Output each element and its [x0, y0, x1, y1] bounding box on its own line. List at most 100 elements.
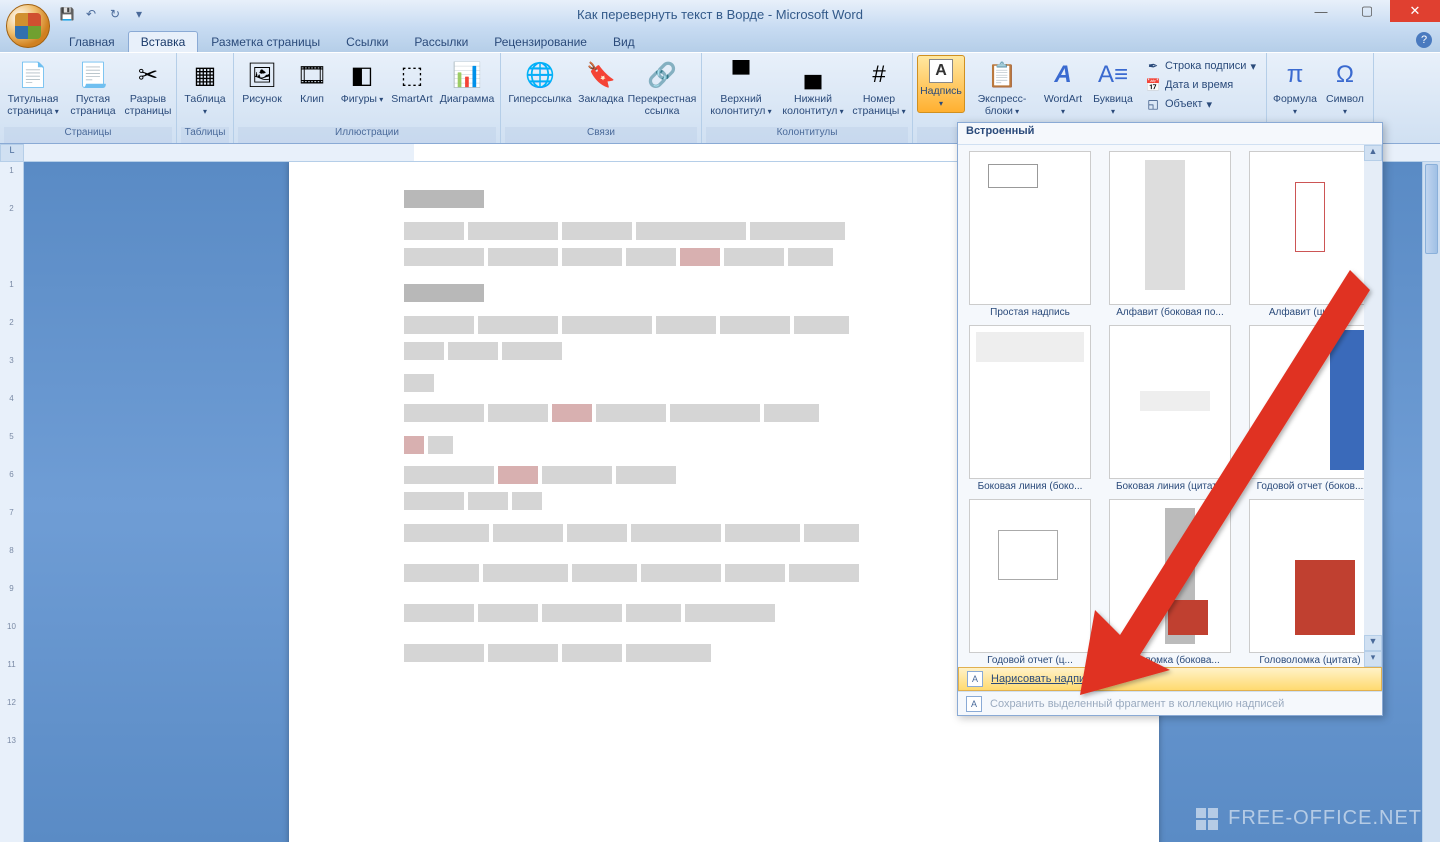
gallery-item-simple[interactable]: Простая надпись	[964, 151, 1096, 321]
signature-line-button[interactable]: ✒Строка подписи ▾	[1141, 57, 1260, 75]
group-pages: 📄Титульная страница 📃Пустая страница ✂Ра…	[0, 53, 177, 143]
tab-mailings[interactable]: Рассылки	[401, 31, 481, 52]
table-button[interactable]: ▦Таблица	[181, 55, 229, 121]
quick-access-toolbar: 💾 ↶ ↻ ▾	[56, 3, 150, 25]
gallery-item-sideline-quote[interactable]: Боковая линия (цитат...	[1104, 325, 1236, 495]
tab-page-layout[interactable]: Разметка страницы	[198, 31, 333, 52]
tab-home[interactable]: Главная	[56, 31, 128, 52]
header-icon: ▀	[725, 59, 757, 91]
group-pages-label: Страницы	[4, 127, 172, 143]
gallery-header: Встроенный	[958, 123, 1382, 145]
gallery-scroll-more[interactable]: ▾	[1364, 651, 1382, 667]
gallery-item-annual-quote[interactable]: Годовой отчет (ц...	[964, 499, 1096, 669]
tab-review[interactable]: Рецензирование	[481, 31, 600, 52]
dropcap-icon: A≡	[1097, 59, 1129, 91]
window-controls: — ▢ ✕	[1298, 0, 1440, 22]
page-number-icon: #	[863, 59, 895, 91]
clip-icon: 🎞	[296, 59, 328, 91]
close-button[interactable]: ✕	[1390, 0, 1440, 22]
group-links: 🌐Гиперссылка 🔖Закладка 🔗Перекрестная ссы…	[501, 53, 702, 143]
gallery-item-annual-side[interactable]: Годовой отчет (боков...	[1244, 325, 1376, 495]
qat-undo[interactable]: ↶	[80, 4, 102, 24]
vertical-scrollbar[interactable]	[1422, 162, 1440, 842]
gallery-scroll-down[interactable]: ▼	[1364, 635, 1382, 651]
group-illustrations: 🖼Рисунок 🎞Клип ◧Фигуры ⬚SmartArt 📊Диагра…	[234, 53, 501, 143]
qat-redo[interactable]: ↻	[104, 4, 126, 24]
shapes-button[interactable]: ◧Фигуры	[338, 55, 386, 109]
table-icon: ▦	[189, 59, 221, 91]
draw-textbox-item[interactable]: AНарисовать надпись	[958, 667, 1382, 691]
group-links-label: Связи	[505, 127, 697, 143]
header-button[interactable]: ▀Верхний колонтитул	[706, 55, 776, 121]
tab-view[interactable]: Вид	[600, 31, 648, 52]
smartart-button[interactable]: ⬚SmartArt	[388, 55, 436, 109]
bookmark-icon: 🔖	[585, 59, 617, 91]
object-button[interactable]: ◱Объект ▾	[1141, 95, 1260, 113]
quick-parts-icon: 📋	[986, 59, 1018, 91]
wordart-button[interactable]: AWordArt	[1039, 55, 1087, 121]
smartart-icon: ⬚	[396, 59, 428, 91]
gallery-scroll-up[interactable]: ▲	[1364, 145, 1382, 161]
blank-page-button[interactable]: 📃Пустая страница	[64, 55, 122, 121]
chart-button[interactable]: 📊Диаграмма	[438, 55, 496, 109]
symbol-button[interactable]: ΩСимвол	[1321, 55, 1369, 121]
gallery-item-puzzle-quote[interactable]: Головоломка (цитата)	[1244, 499, 1376, 669]
page-break-icon: ✂	[132, 59, 164, 91]
textbox-button[interactable]: AНадпись	[917, 55, 965, 113]
textbox-icon: A	[929, 59, 953, 83]
cover-page-button[interactable]: 📄Титульная страница	[4, 55, 62, 121]
hyperlink-icon: 🌐	[524, 59, 556, 91]
group-hf-label: Колонтитулы	[706, 127, 908, 143]
gallery-item-alphabet-side[interactable]: Алфавит (боковая по...	[1104, 151, 1236, 321]
wordart-icon: A	[1047, 59, 1079, 91]
gallery-item-sideline-side[interactable]: Боковая линия (боко...	[964, 325, 1096, 495]
minimize-button[interactable]: —	[1298, 0, 1344, 22]
page-number-button[interactable]: #Номер страницы	[850, 55, 908, 121]
blank-page-icon: 📃	[77, 59, 109, 91]
bookmark-button[interactable]: 🔖Закладка	[577, 55, 625, 109]
window-title: Как перевернуть текст в Ворде - Microsof…	[0, 7, 1440, 22]
qat-save[interactable]: 💾	[56, 4, 78, 24]
gallery-item-puzzle-side[interactable]: ...оволомка (бокова...	[1104, 499, 1236, 669]
gallery-item-alphabet-quote[interactable]: Алфавит (цитата)	[1244, 151, 1376, 321]
quick-parts-button[interactable]: 📋Экспресс-блоки	[967, 55, 1037, 121]
textbox-gallery: Встроенный Простая надпись Алфавит (боко…	[957, 122, 1383, 716]
office-button[interactable]	[6, 4, 50, 48]
shapes-icon: ◧	[346, 59, 378, 91]
object-icon: ◱	[1145, 96, 1161, 112]
picture-button[interactable]: 🖼Рисунок	[238, 55, 286, 109]
footer-button[interactable]: ▄Нижний колонтитул	[778, 55, 848, 121]
equation-button[interactable]: πФормула	[1271, 55, 1319, 121]
group-illus-label: Иллюстрации	[238, 127, 496, 143]
chart-icon: 📊	[451, 59, 483, 91]
cross-ref-icon: 🔗	[646, 59, 678, 91]
tab-insert[interactable]: Вставка	[128, 31, 199, 52]
date-time-button[interactable]: 📅Дата и время	[1141, 76, 1260, 94]
group-tables-label: Таблицы	[181, 127, 229, 143]
symbol-icon: Ω	[1329, 59, 1361, 91]
page-break-button[interactable]: ✂Разрыв страницы	[124, 55, 172, 121]
qat-customize[interactable]: ▾	[128, 4, 150, 24]
gallery-scrollbar[interactable]: ▲ ▼ ▾	[1364, 145, 1382, 667]
titlebar: 💾 ↶ ↻ ▾ Как перевернуть текст в Ворде - …	[0, 0, 1440, 28]
signature-icon: ✒	[1145, 58, 1161, 74]
help-icon[interactable]: ?	[1416, 32, 1432, 48]
draw-textbox-icon: A	[967, 671, 983, 687]
dropcap-button[interactable]: A≡Буквица	[1089, 55, 1137, 121]
group-header-footer: ▀Верхний колонтитул ▄Нижний колонтитул #…	[702, 53, 913, 143]
tab-references[interactable]: Ссылки	[333, 31, 401, 52]
clip-button[interactable]: 🎞Клип	[288, 55, 336, 109]
scrollbar-thumb[interactable]	[1425, 164, 1438, 254]
vertical-ruler[interactable]: 1212345678910111213	[0, 162, 24, 842]
ruler-corner[interactable]: L	[0, 144, 24, 162]
cover-page-icon: 📄	[17, 59, 49, 91]
cross-ref-button[interactable]: 🔗Перекрестная ссылка	[627, 55, 697, 121]
picture-icon: 🖼	[246, 59, 278, 91]
date-icon: 📅	[1145, 77, 1161, 93]
maximize-button[interactable]: ▢	[1344, 0, 1390, 22]
gallery-grid: Простая надпись Алфавит (боковая по... А…	[958, 145, 1382, 669]
hyperlink-button[interactable]: 🌐Гиперссылка	[505, 55, 575, 109]
watermark-logo-icon	[1196, 808, 1218, 830]
save-selection-icon: A	[966, 696, 982, 712]
equation-icon: π	[1279, 59, 1311, 91]
